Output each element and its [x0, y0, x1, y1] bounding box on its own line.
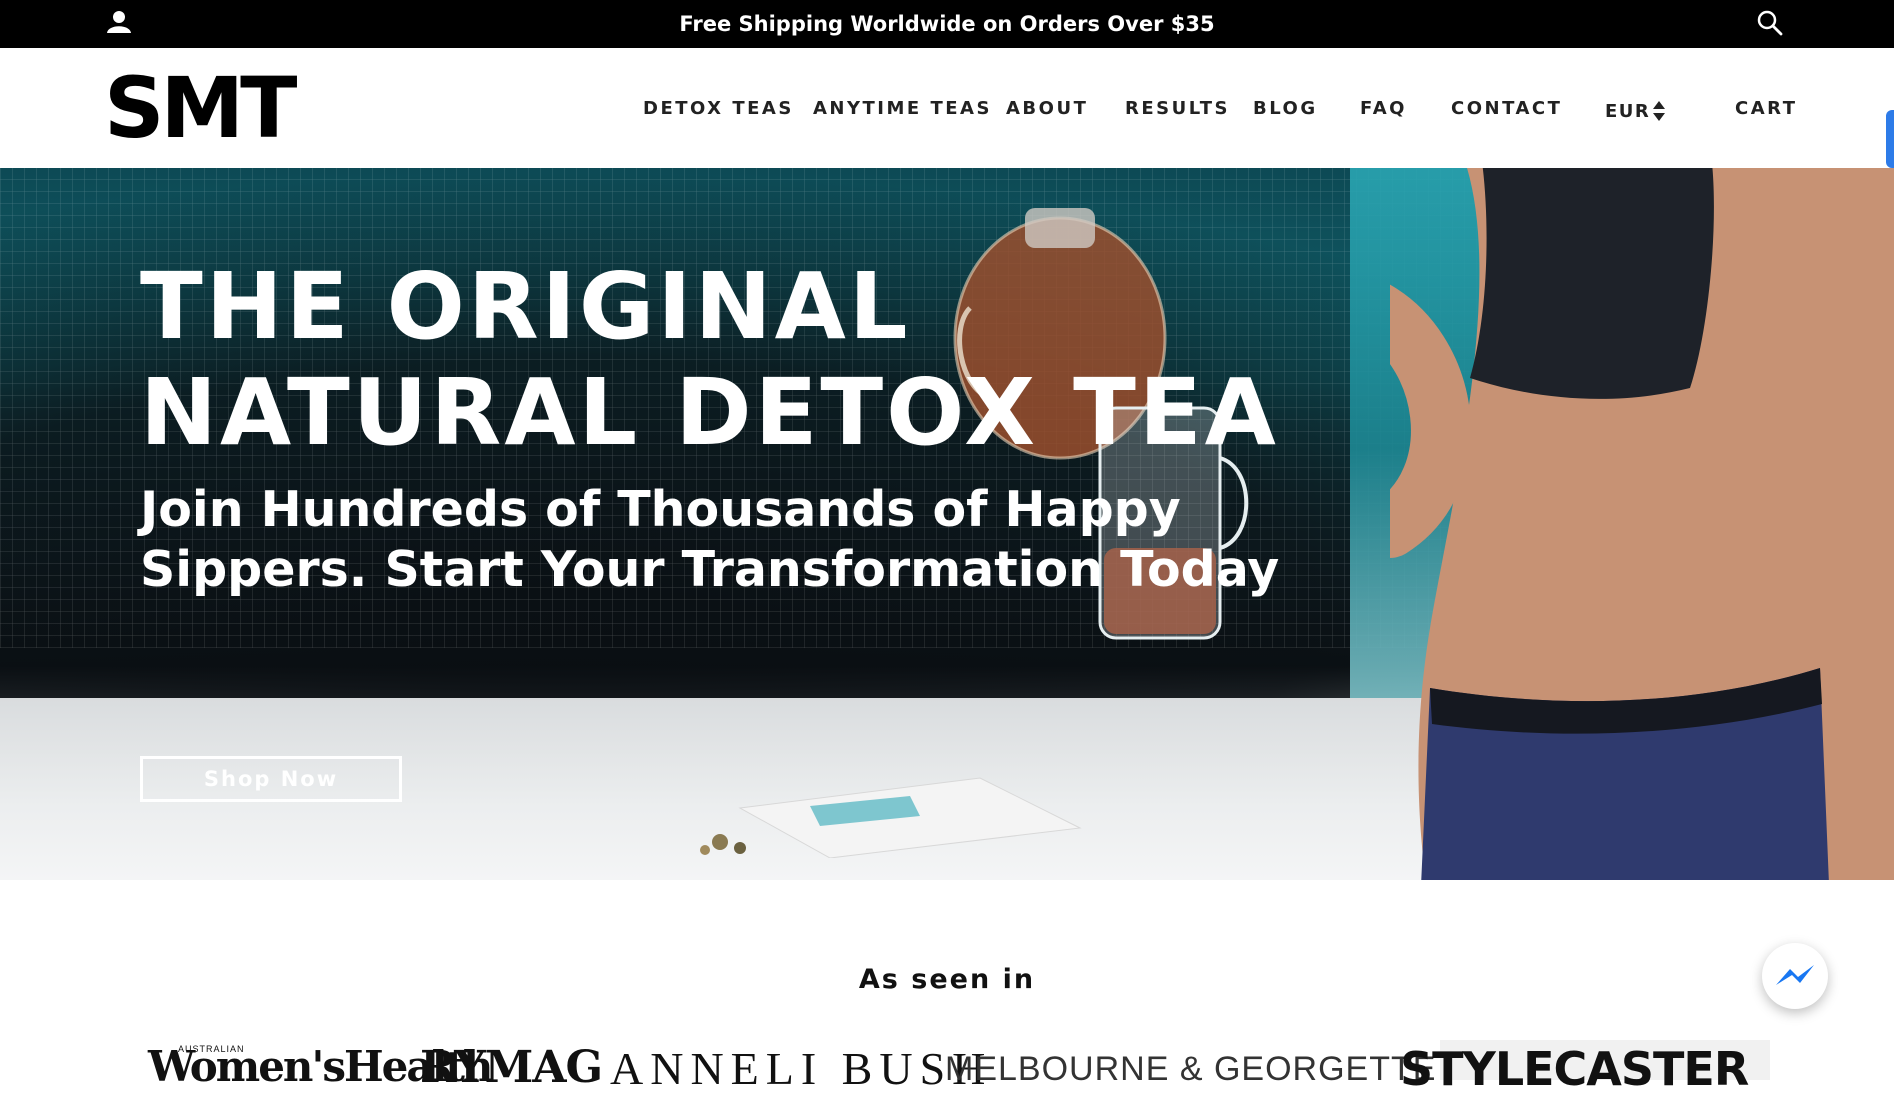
announcement-text: Free Shipping Worldwide on Orders Over $… — [679, 12, 1215, 36]
model-figure — [1390, 168, 1894, 880]
nav-results[interactable]: RESULTS — [1125, 98, 1230, 119]
hero-title: THE ORIGINAL NATURAL DETOX TEA — [140, 254, 1279, 466]
press-section-title: As seen in — [858, 964, 1036, 995]
nav-cart[interactable]: CART — [1735, 98, 1797, 119]
hero-title-line2: NATURAL DETOX TEA — [140, 359, 1279, 466]
search-icon[interactable] — [1756, 9, 1784, 37]
hero-subtitle-line1: Join Hundreds of Thousands of Happy — [140, 481, 1181, 538]
shop-now-button[interactable]: Shop Now — [140, 756, 402, 802]
press-logo-stylecaster: STYLECASTER — [1400, 1042, 1749, 1096]
tea-packet-illustration — [700, 777, 1082, 858]
hero-title-line1: THE ORIGINAL — [140, 253, 911, 360]
nav-anytime-teas[interactable]: ANYTIME TEAS — [813, 98, 992, 119]
press-logo-melbourne-georgette: MELBOURNE & GEORGETTE — [945, 1050, 1437, 1088]
nav-blog[interactable]: BLOG — [1253, 98, 1318, 119]
hero-banner: THE ORIGINAL NATURAL DETOX TEA Join Hund… — [0, 168, 1894, 880]
nav-faq[interactable]: FAQ — [1360, 98, 1407, 119]
nav-contact[interactable]: CONTACT — [1451, 98, 1562, 119]
nav-about[interactable]: ABOUT — [1006, 98, 1088, 119]
currency-selector[interactable]: EUR — [1605, 101, 1650, 122]
sort-arrows-icon[interactable] — [1652, 100, 1666, 122]
press-logo-womens-health-prefix: AUSTRALIAN — [178, 1044, 245, 1054]
messenger-chat-button[interactable] — [1762, 943, 1828, 1009]
press-logo-anneli-bush: ANNELI BUSH — [610, 1043, 993, 1094]
messenger-icon — [1776, 965, 1814, 985]
side-tab[interactable] — [1886, 110, 1894, 168]
announcement-bar: Free Shipping Worldwide on Orders Over $… — [0, 0, 1894, 48]
press-logo-rymag: RYMAG — [420, 1042, 603, 1093]
hero-subtitle-line2: Sippers. Start Your Transformation Today — [140, 541, 1280, 598]
site-logo[interactable]: SMT — [104, 66, 297, 150]
hero-subtitle: Join Hundreds of Thousands of Happy Sipp… — [140, 480, 1279, 600]
site-header: SMT DETOX TEAS ANYTIME TEAS ABOUT RESULT… — [0, 48, 1894, 168]
nav-detox-teas[interactable]: DETOX TEAS — [643, 98, 794, 119]
